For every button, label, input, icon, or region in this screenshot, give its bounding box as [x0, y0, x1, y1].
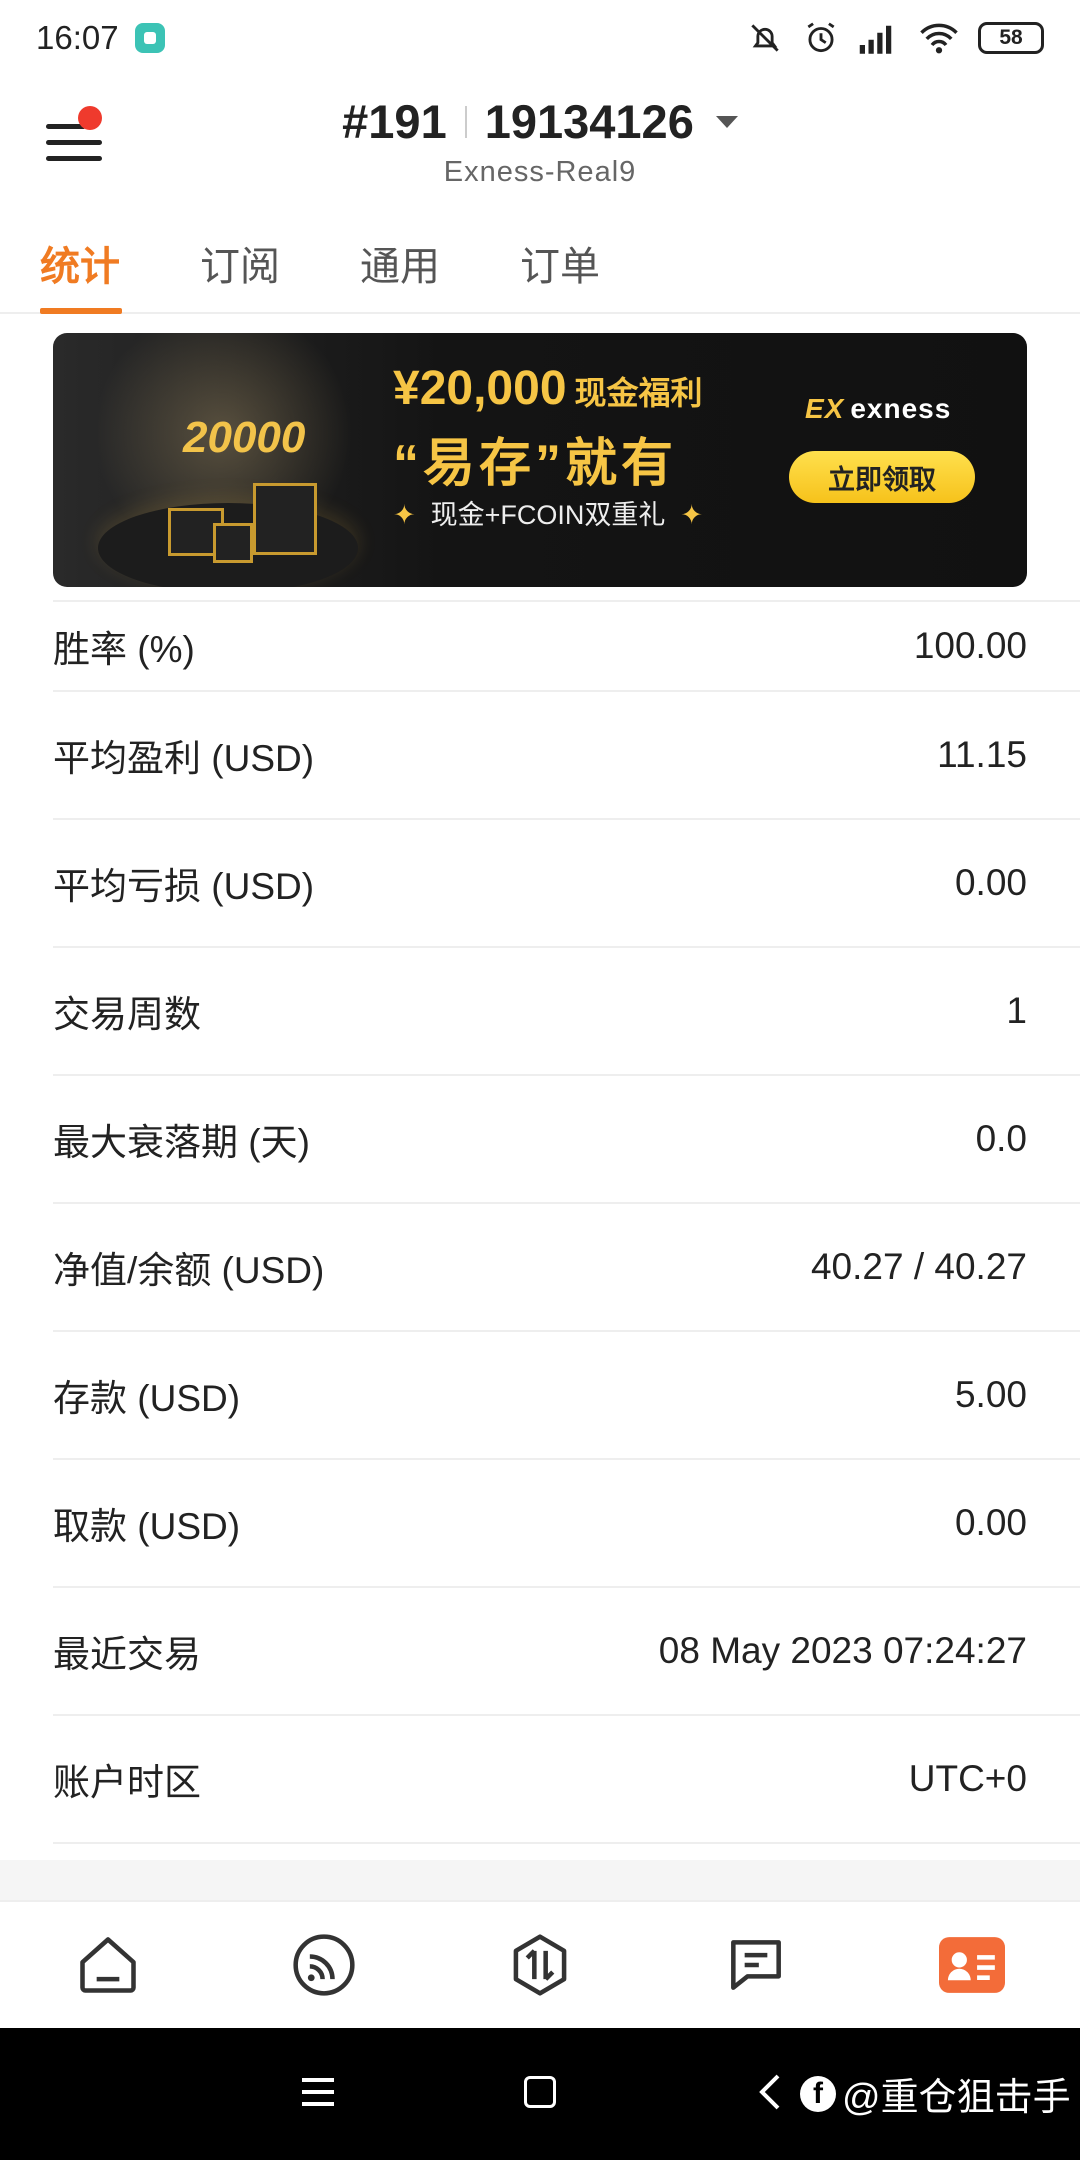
- message-icon: [731, 1940, 781, 1990]
- nav-home[interactable]: [68, 1925, 148, 2005]
- stat-value: 1: [1006, 990, 1027, 1031]
- stat-value: 0.00: [954, 862, 1027, 903]
- promo-banner[interactable]: 20000 ¥20,000 现金福利 “易存”就有 ✦ 现金+FCOIN双重礼 ✦…: [53, 333, 1027, 587]
- cellular-signal-icon: [859, 25, 892, 54]
- signal-icon: [293, 1934, 355, 1996]
- stat-row: 取款 (USD) 0.00: [53, 1460, 1080, 1588]
- exness-logo-icon: EX: [805, 393, 845, 424]
- stat-value: 100.00: [913, 625, 1027, 666]
- home-icon: [80, 1937, 136, 1993]
- stat-row: 最大衰落期 (天) 0.0: [53, 1076, 1080, 1204]
- tab-subscriptions[interactable]: 订阅: [200, 234, 280, 292]
- gift-box-icon: [253, 483, 317, 555]
- system-nav-bar: f @重仓狙击手: [0, 2028, 1080, 2160]
- stat-value: 11.15: [937, 734, 1027, 775]
- stat-row: 交易周数 1: [53, 948, 1080, 1076]
- stat-label: 交易周数: [53, 994, 201, 1035]
- stat-label: 平均盈利 (USD): [53, 738, 315, 779]
- stat-row: 账户时区 UTC+0: [53, 1716, 1080, 1844]
- coin-amount-graphic: 20000: [183, 413, 306, 462]
- account-number: 19134126: [484, 95, 694, 148]
- banner-slogan: “易存”就有: [393, 435, 678, 493]
- tab-general[interactable]: 通用: [360, 234, 440, 292]
- alarm-icon: [807, 22, 835, 53]
- content-footer-spacer: [0, 1860, 1080, 1900]
- account-selector[interactable]: #191 19134126: [0, 94, 1080, 149]
- brand-logo: EX exness: [805, 393, 952, 424]
- stat-row: 平均亏损 (USD) 0.00: [53, 820, 1080, 948]
- nav-messages[interactable]: [716, 1925, 796, 2005]
- profile-card-icon: [939, 1937, 1005, 1993]
- claim-button[interactable]: 立即领取: [789, 451, 975, 503]
- status-bar: 16:07 58: [0, 0, 1080, 76]
- stat-value: 0.00: [954, 1502, 1027, 1543]
- watermark: f @重仓狙击手: [800, 2066, 1071, 2121]
- stat-label: 最大衰落期 (天): [53, 1122, 310, 1163]
- nav-profile[interactable]: [932, 1925, 1012, 2005]
- stat-row: 胜率 (%) 100.00: [53, 600, 1080, 692]
- banner-subtitle: ✦ 现金+FCOIN双重礼 ✦: [393, 500, 704, 530]
- stat-value: UTC+0: [908, 1758, 1027, 1799]
- stat-value: 5.00: [954, 1374, 1027, 1415]
- server-name: Exness-Real9: [443, 156, 637, 188]
- home-square-icon[interactable]: [524, 2076, 556, 2108]
- stat-row: 最近交易 08 May 2023 07:24:27: [53, 1588, 1080, 1716]
- app-header: #191 19134126 Exness-Real9: [0, 76, 1080, 206]
- gift-box-icon: [213, 523, 253, 563]
- wifi-icon: [920, 23, 958, 54]
- stat-label: 平均亏损 (USD): [53, 866, 315, 907]
- stat-value: 0.0: [975, 1118, 1027, 1159]
- stat-value: 40.27 / 40.27: [810, 1246, 1027, 1287]
- stat-value: 08 May 2023 07:24:27: [658, 1630, 1027, 1671]
- facebook-icon: f: [800, 2075, 836, 2112]
- tab-statistics[interactable]: 统计: [40, 234, 120, 292]
- stat-row: 平均盈利 (USD) 11.15: [53, 692, 1080, 820]
- stat-label: 净值/余额 (USD): [53, 1250, 325, 1291]
- tab-orders[interactable]: 订单: [520, 234, 600, 292]
- active-tab-indicator: [40, 308, 122, 314]
- stat-label: 账户时区: [53, 1762, 201, 1803]
- nav-signals[interactable]: [284, 1925, 364, 2005]
- chevron-down-icon: [715, 115, 738, 128]
- status-time: 16:07: [36, 19, 119, 56]
- back-icon[interactable]: [758, 2072, 782, 2112]
- stats-list: 胜率 (%) 100.00 平均盈利 (USD) 11.15 平均亏损 (USD…: [0, 600, 1080, 1844]
- app-shield-icon: [134, 23, 165, 53]
- recent-apps-icon[interactable]: [300, 2072, 336, 2112]
- nav-trade[interactable]: [500, 1925, 580, 2005]
- stat-label: 取款 (USD): [53, 1506, 241, 1547]
- tab-bar: 统计 订阅 通用 订单: [0, 222, 1080, 314]
- trade-icon: [513, 1934, 567, 1996]
- battery-indicator: 58: [978, 22, 1044, 54]
- stat-row: 存款 (USD) 5.00: [53, 1332, 1080, 1460]
- stat-label: 最近交易: [53, 1634, 201, 1675]
- stat-label: 胜率 (%): [53, 629, 195, 670]
- bottom-navigation: [0, 1900, 1080, 2028]
- stat-row: 净值/余额 (USD) 40.27 / 40.27: [53, 1204, 1080, 1332]
- stat-label: 存款 (USD): [53, 1378, 241, 1419]
- banner-amount: ¥20,000 现金福利: [393, 362, 703, 415]
- mute-icon: [751, 24, 779, 52]
- account-prefix: #191: [342, 95, 447, 148]
